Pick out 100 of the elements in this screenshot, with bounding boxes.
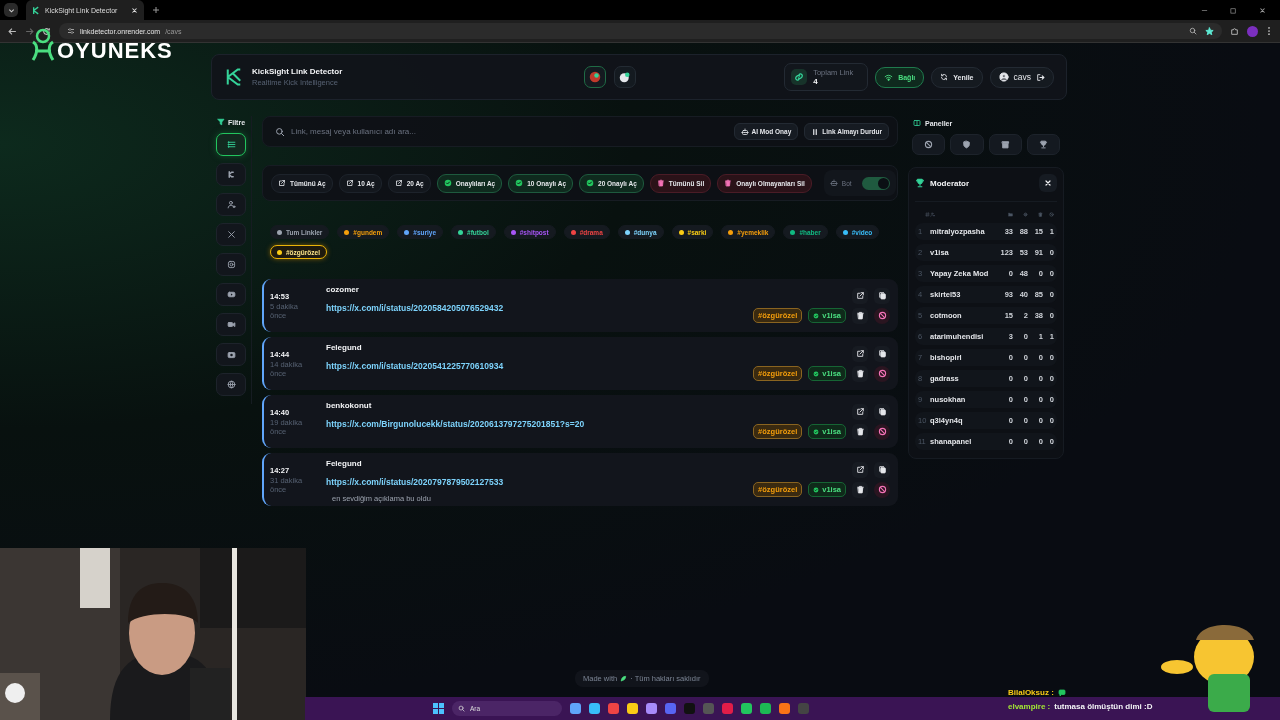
copy-button[interactable] — [874, 461, 890, 478]
link-author: Felegund — [326, 459, 363, 468]
close-icon — [131, 6, 138, 14]
app-icon[interactable] — [741, 703, 752, 714]
back-arrow-icon[interactable] — [8, 26, 17, 36]
check-circle-icon — [515, 179, 524, 187]
delete-button[interactable] — [852, 423, 868, 440]
cross-icon — [226, 230, 236, 239]
close-icon — [1259, 6, 1266, 14]
chat-icon — [1057, 688, 1066, 697]
open-link-button[interactable] — [852, 403, 868, 420]
delete-button[interactable] — [852, 307, 868, 324]
link-url[interactable]: https://x.com/i/status/2020541225770610934 — [326, 361, 504, 371]
link-url[interactable]: https://x.com/i/status/2020797879502127533 — [326, 477, 504, 487]
archive-icon — [1000, 140, 1010, 149]
filter-button[interactable] — [216, 253, 246, 276]
copy-icon — [877, 407, 887, 416]
ban-button[interactable] — [874, 365, 890, 382]
user-button[interactable]: cavs — [989, 66, 1054, 88]
check-circle-icon — [813, 486, 820, 493]
delete-button[interactable] — [852, 365, 868, 382]
link-icon — [794, 72, 805, 82]
panel-button[interactable] — [912, 134, 946, 155]
search-field[interactable]: Link, mesaj veya kullanıcı adı ara... — [291, 127, 728, 136]
app-icon[interactable] — [608, 703, 619, 714]
external-link-icon — [278, 179, 286, 187]
filter-button[interactable] — [216, 373, 246, 396]
reload-icon[interactable] — [42, 26, 51, 36]
overlay-logo-text: OYUNEKS — [57, 38, 173, 64]
ban-button[interactable] — [874, 481, 890, 498]
external-link-icon — [394, 179, 403, 187]
windows-start-icon[interactable] — [433, 703, 444, 714]
avatar-button[interactable] — [584, 66, 606, 88]
external-link-icon — [855, 407, 865, 416]
link-author: benkokonut — [326, 401, 373, 410]
app-icon[interactable] — [627, 703, 638, 714]
app-icon[interactable] — [760, 703, 771, 714]
check-circle-icon — [813, 370, 820, 377]
ban-button[interactable] — [874, 307, 890, 324]
close-icon — [1044, 179, 1052, 187]
list-icon — [226, 140, 236, 149]
copy-button[interactable] — [874, 345, 890, 362]
search-icon — [1189, 26, 1197, 35]
filter-button[interactable] — [216, 283, 246, 306]
plus-icon[interactable] — [152, 6, 160, 14]
globe-icon — [226, 380, 236, 389]
app-title: KickSight Link Detector — [252, 67, 344, 76]
play-icon — [226, 290, 236, 299]
app-icon[interactable] — [570, 703, 581, 714]
external-link-icon — [345, 179, 354, 187]
camera-icon — [226, 350, 236, 359]
refresh-icon — [940, 73, 949, 81]
app-icon[interactable] — [589, 703, 600, 714]
open-link-button[interactable] — [852, 345, 868, 362]
external-link-icon — [855, 291, 865, 300]
shield-icon — [962, 140, 972, 149]
link-url[interactable]: https://x.com/Birgunolucekk/status/2020613797275201851?s=20 — [326, 419, 585, 429]
chat-message: tutmasa ölmüştün dimi :D — [1054, 702, 1153, 711]
filter-button[interactable] — [216, 193, 246, 216]
star-icon — [1205, 26, 1214, 36]
panel-button[interactable] — [988, 134, 1022, 155]
logo-icon — [30, 28, 56, 62]
link-url[interactable]: https://x.com/i/status/2020584205076529432 — [326, 303, 504, 313]
copy-button[interactable] — [874, 287, 890, 304]
robot-icon — [740, 127, 749, 136]
robot-icon — [829, 179, 838, 187]
delete-button[interactable] — [852, 481, 868, 498]
menu-icon[interactable] — [1266, 26, 1272, 36]
filter-button[interactable] — [216, 343, 246, 366]
app-icon[interactable] — [779, 703, 790, 714]
site-settings-icon — [67, 27, 75, 35]
open-link-button[interactable] — [852, 461, 868, 478]
stat-value: 4 — [813, 77, 819, 86]
video-camera-icon — [226, 320, 236, 329]
copy-button[interactable] — [874, 403, 890, 420]
ban-button[interactable] — [874, 423, 890, 440]
check-circle-icon — [813, 428, 820, 435]
close-button[interactable] — [1039, 174, 1057, 192]
copy-icon — [877, 291, 887, 300]
leaf-icon — [620, 675, 628, 682]
link-author: Felegund — [326, 343, 363, 352]
search-icon — [458, 705, 465, 712]
panel-button[interactable] — [1026, 134, 1060, 155]
app-icon[interactable] — [646, 703, 657, 714]
check-circle-icon — [443, 179, 452, 187]
forward-arrow-icon[interactable] — [25, 26, 34, 36]
avatar-button[interactable] — [614, 66, 636, 88]
toggle-switch[interactable] — [861, 176, 890, 190]
restore-icon[interactable] — [1230, 6, 1237, 14]
open-link-button[interactable] — [852, 287, 868, 304]
block-k-icon — [226, 170, 236, 179]
filter-button[interactable] — [216, 133, 246, 156]
chat-username: elvampire : — [1008, 702, 1051, 711]
chat-username: BilalOksuz : — [1008, 688, 1054, 697]
panel-button[interactable] — [950, 134, 984, 155]
filter-button[interactable] — [216, 313, 246, 336]
wifi-icon — [884, 72, 894, 82]
logo-icon — [32, 5, 41, 15]
tab-list-button[interactable] — [4, 3, 18, 17]
filter-button[interactable] — [216, 163, 246, 186]
